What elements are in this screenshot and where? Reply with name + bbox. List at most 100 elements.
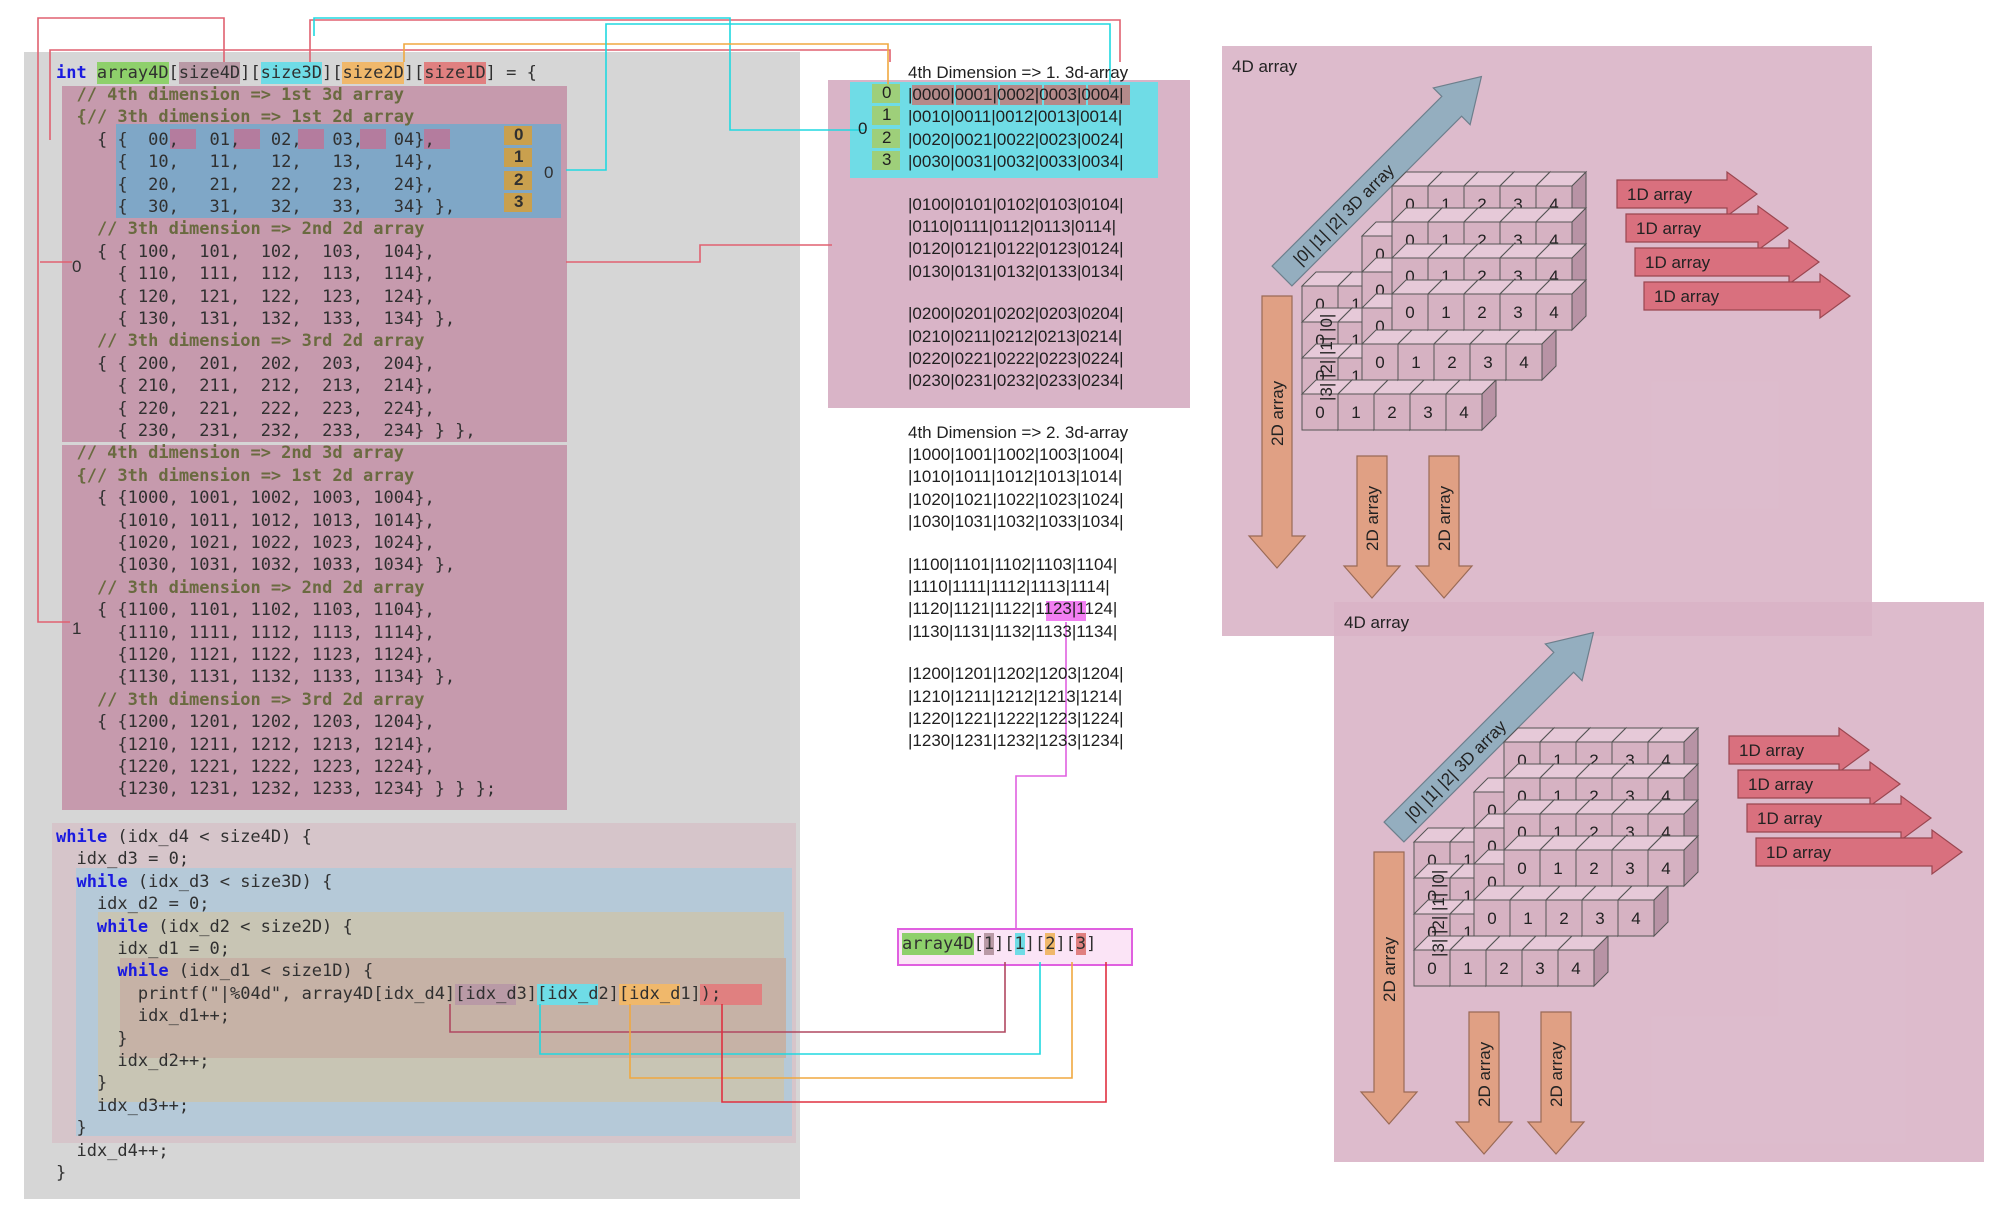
- loop-line: }: [56, 1118, 87, 1139]
- while-keyword: while: [96, 916, 149, 937]
- output-line: |1200|1201|1202|1203|1204|: [908, 664, 1124, 684]
- size2D-param: size2D: [342, 62, 404, 84]
- output-line: |1220|1221|1222|1223|1224|: [908, 709, 1124, 728]
- d1-axis-label: 1D array: [1757, 809, 1823, 828]
- d1-axis-label: 1D array: [1766, 843, 1832, 862]
- cube-value: 3: [1423, 403, 1432, 422]
- cube-value: 3: [1483, 353, 1492, 372]
- output-d3-label: 0: [858, 119, 868, 138]
- output-line: |1000|1001|1002|1003|1004|: [908, 445, 1124, 464]
- code-data-line: { 120, 121, 122, 123, 124},: [56, 286, 435, 307]
- output-row-label-0: 0: [882, 83, 892, 102]
- d2-column-label: 2D array: [1475, 1041, 1494, 1107]
- loop-line: (idx_d3 < size3D) {: [127, 871, 333, 892]
- cube-value: 4: [1661, 859, 1670, 878]
- decl-punct: [87, 62, 97, 84]
- d2-column-label: 2D array: [1435, 485, 1454, 551]
- type-keyword: int: [56, 63, 87, 83]
- output-line: |0120|0121|0122|0123|0124|: [908, 239, 1124, 259]
- d2-row-label-0: 0: [514, 125, 524, 144]
- cube-value: 0: [1517, 859, 1526, 878]
- output-line: |0220|0221|0222|0223|0224|: [908, 349, 1124, 368]
- d2-row-label-3: 3: [514, 192, 524, 212]
- output-line: |0000|0001|0002|0003|0004|: [908, 85, 1124, 104]
- loop-line: idx_d2++;: [56, 1051, 210, 1071]
- cube-value: 3: [1595, 909, 1604, 928]
- d1-axis-label: 1D array: [1636, 219, 1702, 238]
- code-data-line: { 110, 111, 112, 113, 114},: [56, 264, 435, 285]
- code-comment-line: // 4th dimension => 2nd 3d array: [56, 443, 404, 464]
- code-data-line: { 10, 11, 12, 13, 14},: [56, 152, 435, 173]
- cube-value: 3: [1513, 303, 1522, 322]
- decl-tail: = {: [495, 63, 537, 83]
- code-data-line: { {1100, 1101, 1102, 1103, 1104},: [56, 600, 435, 621]
- output-row-label-3: 3: [882, 150, 892, 170]
- d2-axis-label: 2D array: [1268, 380, 1287, 446]
- code-data-line: {1220, 1221, 1222, 1223, 1224},: [56, 757, 435, 777]
- code-comment-line: {// 3th dimension => 1st 2d array: [56, 107, 415, 128]
- output-line: |1100|1101|1102|1103|1104|: [908, 554, 1118, 574]
- code-data-line: {1010, 1011, 1012, 1013, 1014},: [56, 510, 435, 531]
- loop-line: idx_d3++;: [56, 1095, 190, 1116]
- d1-axis-label: 1D array: [1627, 185, 1693, 204]
- output-line: |0130|0131|0132|0133|0134|: [908, 261, 1124, 281]
- output-line: |0110|0111|0112|0113|0114|: [908, 217, 1117, 236]
- output-line: |1130|1131|1132|1133|1134|: [908, 621, 1118, 641]
- decl-punct: [: [168, 63, 179, 83]
- cube-value: 1: [1553, 859, 1562, 878]
- code-data-line: { 30, 31, 32, 33, 34} },: [56, 197, 456, 217]
- cube-value: 2: [1477, 303, 1486, 322]
- output-header-1: 4th Dimension => 1. 3d-array: [908, 63, 1129, 82]
- code-data-line: { 20, 21, 22, 23, 24},: [56, 174, 435, 195]
- cube-diagram-1: 4D array|0| |1| |2| 3D array012340123401…: [1334, 602, 1984, 1162]
- d4-index-label-0: 0: [72, 257, 82, 276]
- d3-index-label: 0: [544, 163, 554, 182]
- cube-value: 0: [1487, 909, 1496, 928]
- code-data-line: {1110, 1111, 1112, 1113, 1114},: [56, 622, 435, 643]
- size3D-param: size3D: [260, 62, 323, 84]
- while-keyword: while: [117, 961, 169, 982]
- cube-value: 2: [1387, 403, 1396, 422]
- cube-value: 1: [1463, 959, 1472, 978]
- cube-value: 4: [1459, 403, 1468, 422]
- code-data-line: { {1200, 1201, 1202, 1203, 1204},: [56, 712, 435, 733]
- output-line: |1120|1121|1122|1123|1124|: [908, 599, 1118, 619]
- cube-value: 3: [1535, 959, 1544, 978]
- cube-value: 1: [1411, 353, 1420, 372]
- loop-line: (idx_d2 < size2D) {: [148, 916, 353, 937]
- cube-value: 0: [1375, 353, 1384, 372]
- code-data-line: {1030, 1031, 1032, 1033, 1034} },: [56, 555, 456, 576]
- d2-row-label-1: 1: [514, 147, 524, 167]
- diagram-title: 4D array: [1344, 613, 1410, 632]
- d2-column-label: 2D array: [1547, 1041, 1566, 1107]
- decl-punct: ][: [240, 63, 261, 83]
- output-header-2: 4th Dimension => 2. 3d-array: [908, 423, 1129, 442]
- output-row-label-2: 2: [882, 127, 892, 147]
- size1D-param: size1D: [424, 62, 486, 84]
- d4-index-label-1: 1: [72, 619, 82, 638]
- loop-line: }: [56, 1028, 128, 1049]
- output-line: |0200|0201|0202|0203|0204|: [908, 304, 1124, 324]
- loop-line: idx_d2 = 0;: [56, 894, 210, 915]
- code-comment-line: // 4th dimension => 1st 3d array: [56, 85, 404, 105]
- cube-value: 2: [1447, 353, 1456, 372]
- cube-value: 0: [1315, 403, 1324, 422]
- code-data-line: { 230, 231, 232, 233, 234} } },: [56, 421, 476, 441]
- d1-axis-label: 1D array: [1739, 741, 1805, 760]
- output-line: |1110|1111|1112|1113|1114|: [908, 577, 1110, 596]
- cube-value: 1: [1441, 303, 1450, 322]
- loop-indent: [56, 871, 76, 893]
- code-comment-line: // 3th dimension => 2nd 2d array: [56, 219, 425, 240]
- loop-line: idx_d4++;: [56, 1140, 169, 1161]
- while-keyword: while: [76, 871, 128, 892]
- loop-indent: [56, 916, 97, 938]
- cube-value: 4: [1571, 959, 1580, 978]
- output-line: |1210|1211|1212|1213|1214|: [908, 686, 1123, 706]
- loop-line: (idx_d1 < size1D) {: [168, 961, 374, 982]
- d1-axis-label: 1D array: [1748, 775, 1814, 794]
- cube-value: 4: [1549, 303, 1558, 322]
- d2-row-label-2: 2: [514, 169, 524, 189]
- diagram-canvas: int array4D[size4D][size3D][size2D][size…: [0, 0, 2000, 1216]
- code-data-line: { 220, 221, 222, 223, 224},: [56, 398, 435, 419]
- cube-value: 0: [1405, 303, 1414, 322]
